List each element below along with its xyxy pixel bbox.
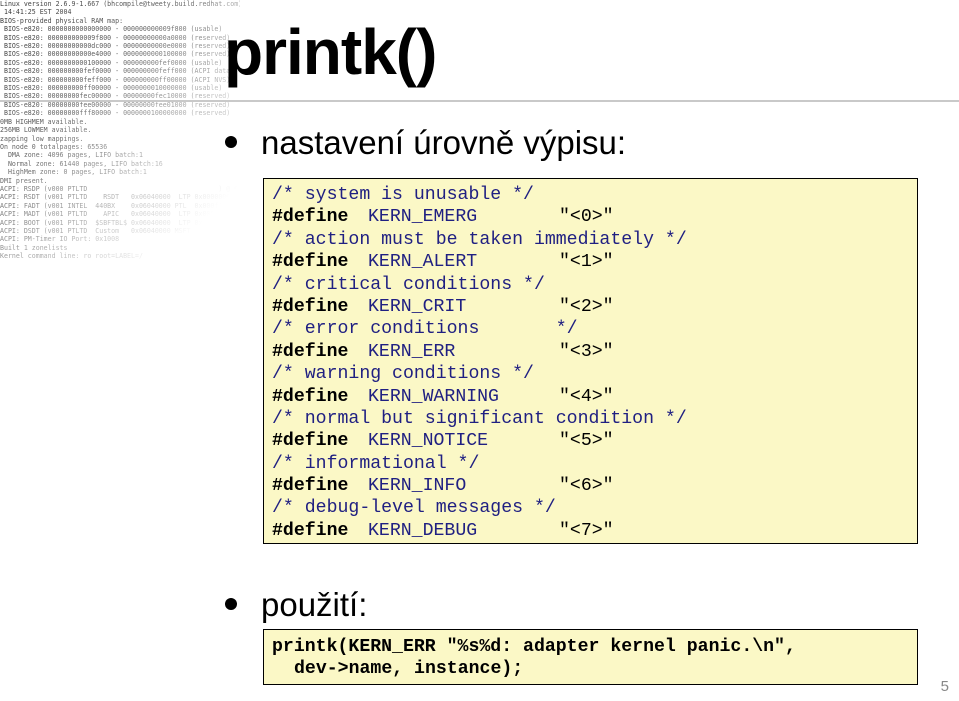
code-comment-line: /* critical conditions */ xyxy=(272,274,545,295)
boot-log-line: 0MB HIGHMEM available. xyxy=(0,117,88,126)
boot-log-line: ACPI: FADT (v001 INTEL 440BX 0x06040000 … xyxy=(0,201,239,210)
macro-value: "<7>" xyxy=(559,520,614,541)
usage-code-block: printk(KERN_ERR "%s%d: adapter kernel pa… xyxy=(263,629,918,685)
usage-code-line-1: printk(KERN_ERR "%s%d: adapter kernel pa… xyxy=(272,637,796,657)
boot-log-line: 256MB LOWMEM available. xyxy=(0,126,92,135)
bullet-levels-text: nastavení úrovně výpisu: xyxy=(261,124,627,161)
boot-log-line: Normal zone: 61440 pages, LIFO batch:16 xyxy=(0,159,163,168)
title-bar xyxy=(0,0,959,102)
code-comment-line: /* informational */ xyxy=(272,453,480,474)
boot-log-line: ACPI: DSDT (v001 PTLTD Custom 0x06040000… xyxy=(0,226,239,235)
boot-log-line: ACPI: PM-Timer IO Port: 0x1008 xyxy=(0,235,120,244)
boot-log-line: ACPI: BOOT (v001 PTLTD $SBFTBL$ 0x060400… xyxy=(0,218,239,227)
code-define-line: #define KERN_ALERT "<1>" xyxy=(272,251,917,273)
define-keyword: #define xyxy=(272,341,349,362)
boot-log-line: BIOS-e820: 00000000fff80000 - 0000000100… xyxy=(0,109,231,118)
macro-name: KERN_INFO xyxy=(368,476,467,497)
define-keyword: #define xyxy=(272,252,349,273)
define-keyword: #define xyxy=(272,520,349,541)
macro-name: KERN_NOTICE xyxy=(368,431,489,452)
bullet-dot-icon xyxy=(225,598,237,610)
boot-log-line: ACPI: MADT (v001 PTLTD APIC 0x06040000 L… xyxy=(0,210,239,219)
code-define-line: #define KERN_EMERG "<0>" xyxy=(272,206,917,228)
boot-log-line: DMA zone: 4096 pages, LIFO batch:1 xyxy=(0,151,143,160)
code-define-line: #define KERN_CRIT "<2>" xyxy=(272,296,917,318)
log-levels-code-block: /* system is unusable */#define KERN_EMER… xyxy=(263,178,918,544)
boot-log-line: ACPI: RSDT (v001 PTLTD RSDT 0x06040000 L… xyxy=(0,193,239,202)
bullet-usage: použití: xyxy=(225,586,368,623)
code-comment-line: /* debug-level messages */ xyxy=(272,498,556,519)
code-define-line: #define KERN_ERR "<3>" xyxy=(272,341,917,363)
code-comment-line: /* system is unusable */ xyxy=(272,185,534,205)
macro-value: "<3>" xyxy=(559,341,614,362)
define-keyword: #define xyxy=(272,207,349,228)
macro-name: KERN_WARNING xyxy=(368,386,499,407)
code-define-line: #define KERN_DEBUG "<7>" xyxy=(272,520,917,542)
macro-name: KERN_EMERG xyxy=(368,207,478,228)
bullet-dot-icon xyxy=(225,136,237,148)
code-comment-line: /* normal but significant condition */ xyxy=(272,408,687,429)
macro-value: "<2>" xyxy=(559,296,614,317)
macro-value: "<1>" xyxy=(559,252,614,273)
code-define-line: #define KERN_NOTICE "<5>" xyxy=(272,430,917,452)
boot-log-line: HighMem zone: 0 pages, LIFO batch:1 xyxy=(0,168,147,177)
define-keyword: #define xyxy=(272,296,349,317)
boot-log-line: BIOS-e820: 00000000fee00000 - 00000000fe… xyxy=(0,100,231,109)
boot-log-line: ACPI: RSDP (v000 PTLTD ) @ 0x000f6a70 xyxy=(0,184,240,193)
macro-name: KERN_DEBUG xyxy=(368,520,478,541)
macro-name: KERN_ERR xyxy=(368,341,456,362)
code-comment-line: /* error conditions */ xyxy=(272,319,578,340)
define-keyword: #define xyxy=(272,476,349,497)
boot-log-line: zapping low mappings. xyxy=(0,134,84,143)
title-rule xyxy=(0,100,959,102)
code-define-line: #define KERN_INFO "<6>" xyxy=(272,475,917,497)
macro-value: "<5>" xyxy=(559,431,614,452)
slide-title: printk() xyxy=(224,16,437,88)
code-comment-line: /* warning conditions */ xyxy=(272,364,534,385)
macro-value: "<6>" xyxy=(559,476,614,497)
code-comment-line: /* action must be taken immediately */ xyxy=(272,229,687,250)
boot-log-line: DMI present. xyxy=(0,176,48,185)
page-number: 5 xyxy=(940,678,949,695)
bullet-levels: nastavení úrovně výpisu: xyxy=(225,124,627,161)
macro-value: "<0>" xyxy=(559,207,614,228)
macro-name: KERN_CRIT xyxy=(368,296,467,317)
define-keyword: #define xyxy=(272,431,349,452)
macro-name: KERN_ALERT xyxy=(368,252,478,273)
boot-log-line: On node 0 totalpages: 65536 xyxy=(0,142,108,151)
boot-log-line: Kernel command line: ro root=LABEL=/ xyxy=(0,252,143,260)
code-define-line: #define KERN_WARNING "<4>" xyxy=(272,386,917,408)
macro-value: "<4>" xyxy=(559,386,614,407)
bullet-usage-text: použití: xyxy=(261,586,368,623)
define-keyword: #define xyxy=(272,386,349,407)
boot-log-line: Built 1 zonelists xyxy=(0,243,68,252)
usage-code-line-2: dev->name, instance); xyxy=(294,659,524,680)
